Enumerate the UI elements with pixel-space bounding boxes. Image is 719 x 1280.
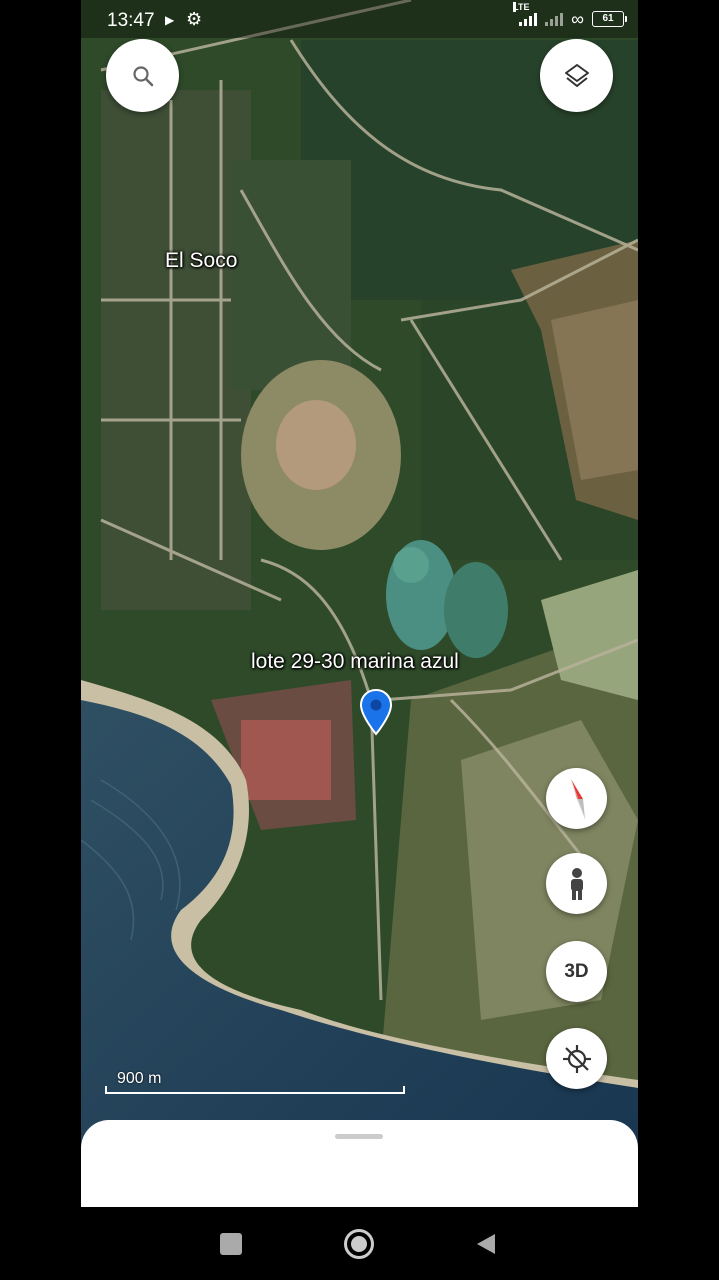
battery-level: 61 <box>602 13 614 24</box>
my-location-button[interactable] <box>546 1028 607 1089</box>
battery-icon: 61 <box>592 11 627 27</box>
status-time: 13:47 <box>107 10 155 31</box>
home-icon <box>344 1228 374 1259</box>
search-icon <box>132 65 153 86</box>
back-button[interactable] <box>455 1207 517 1280</box>
signal-icon: LTE <box>513 2 538 26</box>
street-view-button[interactable] <box>546 853 607 914</box>
location-off-icon <box>562 1044 591 1073</box>
sheet-drag-handle[interactable] <box>335 1134 383 1139</box>
pegman-icon <box>570 867 583 900</box>
status-icons: LTE ∞ 61 <box>513 2 627 30</box>
back-icon <box>477 1233 495 1254</box>
bottom-sheet[interactable] <box>81 1120 638 1207</box>
search-button[interactable] <box>106 39 179 112</box>
status-bar: 13:47 ▶ ⚙ LTE ∞ 61 <box>81 0 638 38</box>
compass-icon <box>570 778 585 819</box>
network-type: LTE <box>513 2 530 12</box>
map-label-area[interactable]: El Soco <box>165 249 237 273</box>
layers-button[interactable] <box>540 39 613 112</box>
scale-bar <box>105 1086 405 1094</box>
gear-icon: ⚙ <box>186 9 203 29</box>
satellite-map[interactable] <box>81 0 638 1207</box>
3d-button[interactable]: 3D <box>546 941 607 1002</box>
recents-icon <box>220 1232 242 1255</box>
hotspot-icon: ∞ <box>571 8 584 29</box>
compass-button[interactable] <box>546 768 607 829</box>
map-label-pin[interactable]: lote 29-30 marina azul <box>251 650 459 674</box>
map-scale: 900 m <box>105 1068 405 1094</box>
play-icon: ▶ <box>165 13 175 27</box>
home-button[interactable] <box>328 1207 390 1280</box>
map-screen: 13:47 ▶ ⚙ LTE ∞ 61 El Soco lote 29-30 ma… <box>81 0 638 1207</box>
layers-icon <box>564 63 589 87</box>
navigation-bar <box>0 1207 719 1280</box>
signal-icon-2 <box>545 12 564 26</box>
recents-button[interactable] <box>200 1207 262 1280</box>
satellite-imagery <box>81 0 638 1207</box>
location-pin-icon[interactable] <box>359 688 393 736</box>
